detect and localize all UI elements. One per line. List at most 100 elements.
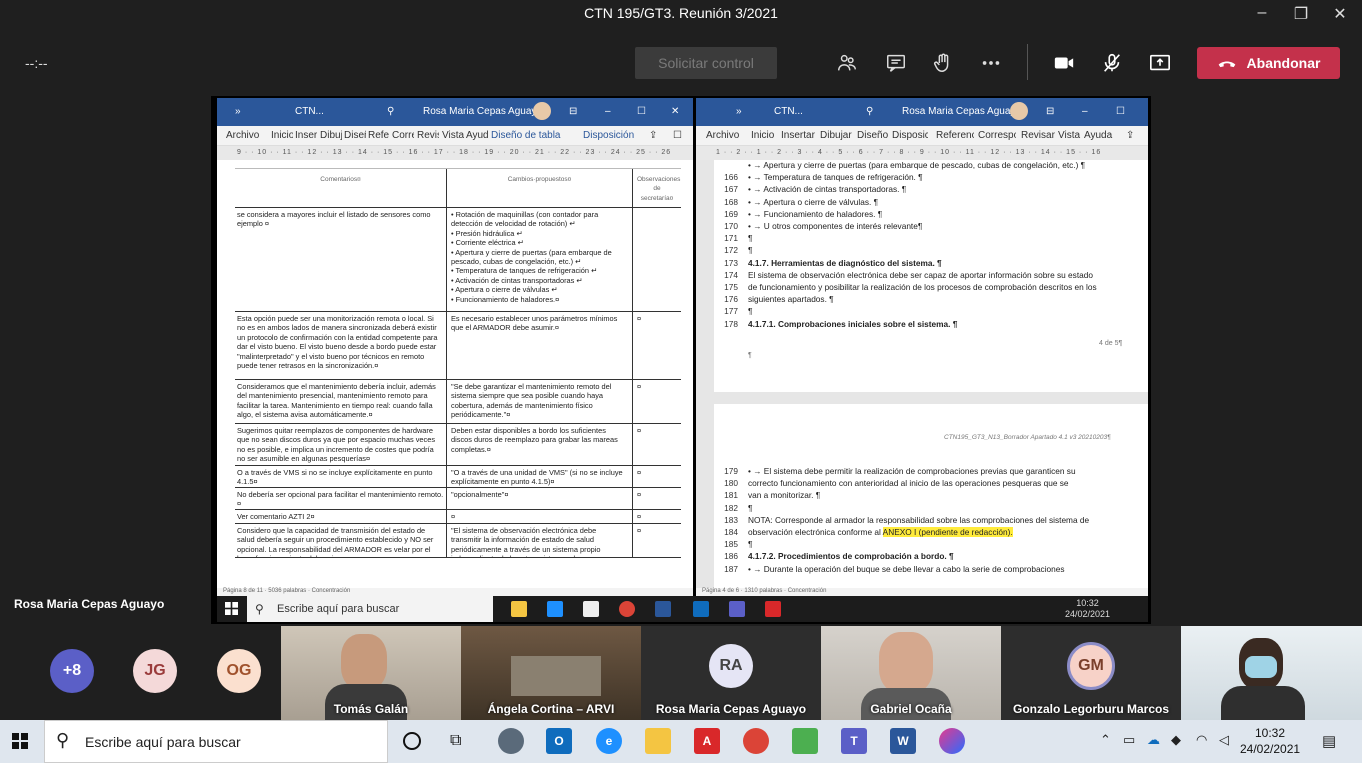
word-icon[interactable]: W bbox=[890, 728, 916, 754]
wifi-icon[interactable]: ◠ bbox=[1196, 732, 1207, 748]
notifications-icon[interactable]: ▤ bbox=[1322, 732, 1336, 750]
participant-tile[interactable] bbox=[1181, 626, 1362, 720]
app-icon[interactable] bbox=[939, 728, 965, 754]
tab-vista[interactable]: Vista bbox=[442, 130, 464, 141]
cortana-icon[interactable] bbox=[403, 732, 421, 750]
taskbar-search[interactable]: Escribe aquí para buscar bbox=[247, 596, 493, 622]
participant-avatar-jg[interactable]: JG bbox=[133, 649, 177, 693]
maximize-icon[interactable]: ❐ bbox=[1291, 4, 1311, 24]
tab-disposicion[interactable]: Disposición bbox=[583, 130, 634, 141]
close-icon[interactable]: ✕ bbox=[671, 106, 679, 117]
ribbon-tabs: Archivo Inicio Insertar Dibujar Diseño D… bbox=[696, 126, 1148, 146]
task-view-icon[interactable]: ⧉ bbox=[450, 732, 461, 750]
avatar[interactable] bbox=[533, 102, 551, 120]
line-number: 177 bbox=[724, 306, 738, 317]
tab-inicio[interactable]: Inicio bbox=[271, 130, 293, 141]
edge-icon[interactable] bbox=[547, 601, 563, 617]
tab-referencias[interactable]: Referencias bbox=[368, 130, 389, 141]
chat-icon[interactable] bbox=[883, 50, 909, 76]
comments-icon[interactable]: ☐ bbox=[673, 130, 682, 141]
participant-tile[interactable]: Gabriel Ocaña bbox=[821, 626, 1001, 720]
tab-inicio[interactable]: Inicio bbox=[751, 130, 774, 141]
participant-avatar-og[interactable]: OG bbox=[217, 649, 261, 693]
taskbar-time: 10:32 bbox=[1254, 726, 1286, 740]
more-options-icon[interactable] bbox=[978, 50, 1004, 76]
tab-disposicion[interactable]: Disposición bbox=[892, 130, 928, 141]
close-icon[interactable]: ✕ bbox=[1330, 4, 1350, 24]
ribbon-display-icon[interactable]: ⊟ bbox=[569, 106, 577, 117]
acrobat-icon[interactable] bbox=[765, 601, 781, 617]
maximize-icon[interactable]: ☐ bbox=[1116, 106, 1125, 117]
tab-diseno[interactable]: Diseño bbox=[344, 130, 366, 141]
file-explorer-icon[interactable] bbox=[511, 601, 527, 617]
outlook-icon[interactable]: O bbox=[546, 728, 572, 754]
avatar[interactable] bbox=[1010, 102, 1028, 120]
more-participants-badge[interactable]: +8 bbox=[50, 649, 94, 693]
file-explorer-icon[interactable] bbox=[645, 728, 671, 754]
outlook-icon[interactable] bbox=[693, 601, 709, 617]
word-icon[interactable] bbox=[655, 601, 671, 617]
project-icon[interactable] bbox=[792, 728, 818, 754]
windows-icon[interactable] bbox=[225, 602, 238, 615]
acrobat-icon[interactable]: A bbox=[694, 728, 720, 754]
request-control-button[interactable]: Solicitar control bbox=[635, 47, 777, 79]
share-icon[interactable]: ⇪ bbox=[1126, 130, 1134, 141]
tab-insertar[interactable]: Insertar bbox=[295, 130, 317, 141]
tab-insertar[interactable]: Insertar bbox=[781, 130, 815, 141]
raise-hand-icon[interactable] bbox=[930, 50, 956, 76]
dropbox-icon[interactable]: ◆ bbox=[1171, 732, 1181, 748]
teams-icon[interactable]: T bbox=[841, 728, 867, 754]
tab-diseno-de-tabla[interactable]: Diseño de tabla bbox=[491, 130, 561, 141]
tab-revisar[interactable]: Revisar bbox=[1021, 130, 1055, 141]
tab-dibujar[interactable]: Dibujar bbox=[320, 130, 342, 141]
participant-tile[interactable]: GM Gonzalo Legorburu Marcos bbox=[1001, 626, 1181, 720]
minimize-icon[interactable]: – bbox=[1252, 4, 1272, 22]
participant-tile[interactable]: RA Rosa Maria Cepas Aguayo bbox=[641, 626, 821, 720]
tab-vista[interactable]: Vista bbox=[1058, 130, 1080, 141]
share-screen-icon[interactable] bbox=[1147, 50, 1173, 76]
tab-ayuda[interactable]: Ayuda bbox=[466, 130, 488, 141]
tab-archivo[interactable]: Archivo bbox=[226, 130, 259, 141]
taskbar-search-input[interactable]: Escribe aquí para buscar bbox=[44, 720, 388, 763]
expand-icon[interactable]: » bbox=[235, 106, 241, 117]
onedrive-icon[interactable]: ☁ bbox=[1147, 732, 1160, 748]
tab-dibujar[interactable]: Dibujar bbox=[820, 130, 852, 141]
taskbar-clock[interactable]: 10:32 24/02/2021 bbox=[1240, 725, 1300, 757]
participants-icon[interactable] bbox=[834, 50, 860, 76]
expand-icon[interactable]: » bbox=[736, 106, 742, 117]
postgres-icon[interactable] bbox=[498, 728, 524, 754]
line-text-content: correcto funcionamiento con anterioridad… bbox=[748, 478, 1069, 489]
windows-start-icon[interactable] bbox=[12, 733, 28, 749]
leave-button[interactable]: Abandonar bbox=[1197, 47, 1340, 79]
tab-revisar[interactable]: Revisar bbox=[417, 130, 439, 141]
toolbar-divider bbox=[1027, 44, 1028, 80]
maximize-icon[interactable]: ☐ bbox=[637, 106, 646, 117]
minimize-icon[interactable]: – bbox=[1082, 106, 1088, 117]
battery-icon[interactable]: ▭ bbox=[1123, 732, 1135, 748]
camera-icon[interactable] bbox=[1051, 50, 1077, 76]
tab-ayuda[interactable]: Ayuda bbox=[1084, 130, 1112, 141]
table-row: Sugerimos quitar reemplazos de component… bbox=[235, 424, 681, 466]
tray-chevron-icon[interactable]: ⌃ bbox=[1100, 732, 1111, 748]
participant-tile[interactable]: Ángela Cortina – ARVI bbox=[461, 626, 641, 720]
tab-correspondencia[interactable]: Correspondencia bbox=[392, 130, 414, 141]
chrome-icon[interactable] bbox=[619, 601, 635, 617]
tab-referencias[interactable]: Referencias bbox=[936, 130, 974, 141]
tab-archivo[interactable]: Archivo bbox=[706, 130, 739, 141]
app-icon[interactable] bbox=[583, 601, 599, 617]
tab-diseno[interactable]: Diseño bbox=[857, 130, 888, 141]
tab-correspondencia[interactable]: Correspondencia bbox=[978, 130, 1016, 141]
edge-icon[interactable]: e bbox=[596, 728, 622, 754]
document-area[interactable]: Comentarios¤ Cambios·propuestos¤ Observa… bbox=[217, 160, 693, 588]
search-icon[interactable]: ⚲ bbox=[866, 106, 873, 117]
document-area[interactable]: • → Apertura y cierre de puertas (para e… bbox=[696, 160, 1148, 588]
ribbon-display-icon[interactable]: ⊟ bbox=[1046, 106, 1054, 117]
teams-icon[interactable] bbox=[729, 601, 745, 617]
share-icon[interactable]: ⇪ bbox=[649, 130, 657, 141]
search-icon[interactable]: ⚲ bbox=[387, 106, 394, 117]
microphone-muted-icon[interactable] bbox=[1099, 50, 1125, 76]
volume-icon[interactable]: ◁ bbox=[1219, 732, 1229, 748]
chrome-icon[interactable] bbox=[743, 728, 769, 754]
participant-tile[interactable]: Tomás Galán bbox=[281, 626, 461, 720]
minimize-icon[interactable]: – bbox=[605, 106, 611, 117]
